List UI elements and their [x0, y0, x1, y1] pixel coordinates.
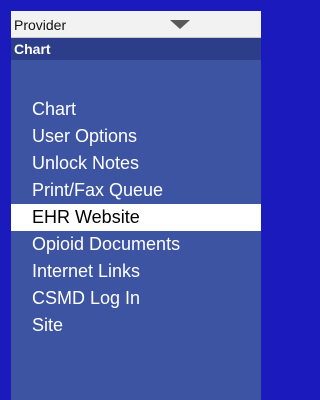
menu-item-opioid-documents[interactable]: Opioid Documents	[11, 231, 261, 258]
chart-nav-panel: Provider Chart Chart User Options Unlock…	[11, 11, 261, 400]
chart-menu: Chart User Options Unlock Notes Print/Fa…	[11, 96, 261, 339]
menu-item-internet-links[interactable]: Internet Links	[11, 258, 261, 285]
provider-dropdown-value: Provider	[14, 17, 67, 33]
menu-item-print-fax-queue[interactable]: Print/Fax Queue	[11, 177, 261, 204]
menu-item-chart[interactable]: Chart	[11, 96, 261, 123]
provider-dropdown[interactable]: Provider	[11, 11, 261, 38]
section-title: Chart	[14, 41, 51, 57]
menu-item-unlock-notes[interactable]: Unlock Notes	[11, 150, 261, 177]
menu-item-user-options[interactable]: User Options	[11, 123, 261, 150]
menu-item-site[interactable]: Site	[11, 312, 261, 339]
section-header: Chart	[11, 38, 261, 60]
menu-item-csmd-log-in[interactable]: CSMD Log In	[11, 285, 261, 312]
menu-item-ehr-website[interactable]: EHR Website	[11, 204, 261, 231]
chevron-down-icon[interactable]	[170, 20, 190, 29]
